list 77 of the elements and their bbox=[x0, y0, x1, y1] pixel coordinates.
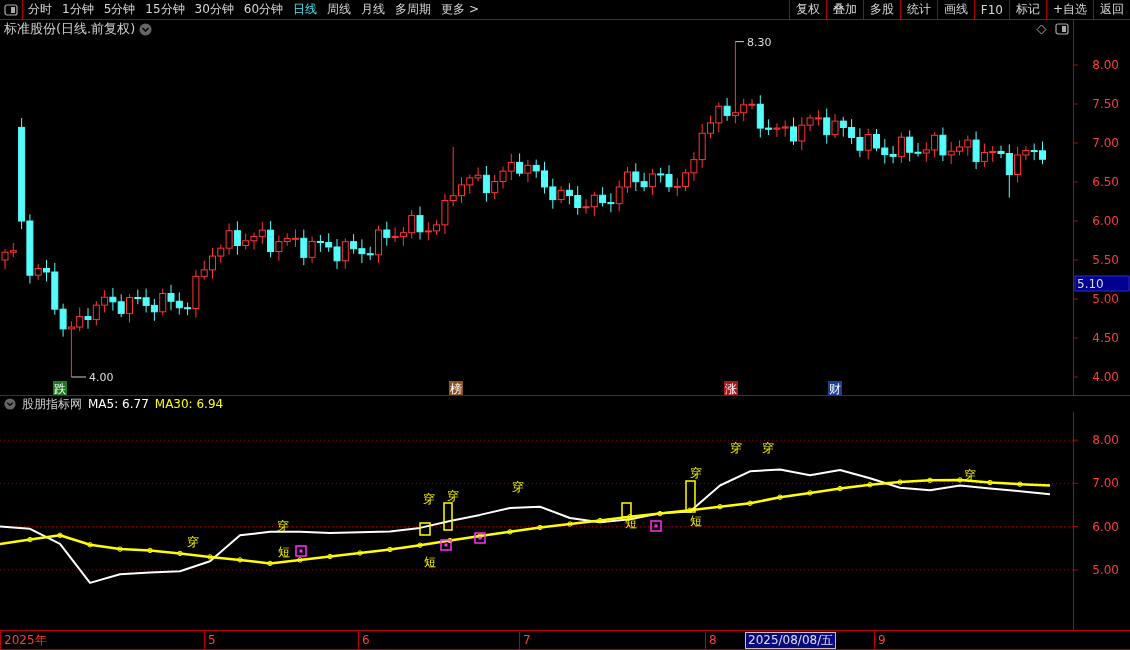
signal-label: 短 bbox=[625, 516, 637, 530]
toolbar-button[interactable]: 返回 bbox=[1093, 0, 1130, 19]
date-axis-label: 7 bbox=[519, 632, 531, 649]
low-price-label: 4.00 bbox=[70, 371, 114, 384]
period-tab[interactable]: 分时 bbox=[23, 0, 57, 19]
toolbar-button[interactable]: +自选 bbox=[1045, 0, 1093, 19]
date-axis-label: 2025年 bbox=[0, 632, 47, 649]
signal-label: 短 bbox=[690, 514, 702, 528]
indicator-axis-label: 5.00 bbox=[1092, 562, 1119, 577]
panel-toggle-icon[interactable] bbox=[1055, 23, 1069, 35]
cursor-date-label: 2025/08/08/五 bbox=[745, 632, 837, 649]
signal-bar bbox=[419, 522, 431, 536]
price-axis-label: 4.50 bbox=[1092, 331, 1119, 345]
square-marker-icon bbox=[474, 532, 486, 544]
legend-item: MA5: 6.77 bbox=[88, 397, 149, 411]
current-price-badge: 5.10 bbox=[1074, 275, 1130, 292]
signal-label: 短 bbox=[424, 555, 436, 569]
toolbar-button[interactable]: F10 bbox=[973, 0, 1009, 19]
event-tag[interactable]: 榜 bbox=[449, 381, 463, 396]
signal-label: 穿 bbox=[187, 535, 199, 549]
signal-label: 短 bbox=[278, 545, 290, 559]
toolbar-button[interactable]: 多股 bbox=[862, 0, 900, 19]
date-axis-label: 9 bbox=[874, 632, 886, 649]
event-tag[interactable]: 跌 bbox=[53, 381, 67, 396]
signal-label: 穿 bbox=[690, 466, 702, 480]
toolbar-button[interactable]: 统计 bbox=[899, 0, 937, 19]
price-axis-label: 8.00 bbox=[1092, 58, 1119, 72]
square-marker-icon bbox=[295, 545, 307, 557]
signal-label: 穿 bbox=[762, 441, 774, 455]
dropdown-icon[interactable] bbox=[139, 22, 153, 36]
indicator-name: 股朋指标网 bbox=[22, 395, 82, 413]
period-tab[interactable]: 60分钟 bbox=[238, 0, 289, 19]
date-axis-label: 8 bbox=[705, 632, 717, 649]
date-axis-label: 6 bbox=[358, 632, 370, 649]
period-tab[interactable]: 5分钟 bbox=[98, 0, 141, 19]
diamond-icon[interactable] bbox=[1036, 23, 1047, 35]
price-axis-label: 5.50 bbox=[1092, 253, 1119, 267]
toolbar-button[interactable]: 复权 bbox=[788, 0, 826, 19]
stock-title: 标准股份(日线.前复权) bbox=[4, 20, 136, 38]
period-tab[interactable]: 更多 > bbox=[436, 0, 484, 19]
period-tab[interactable]: 1分钟 bbox=[57, 0, 99, 19]
period-tab[interactable]: 15分钟 bbox=[140, 0, 190, 19]
signal-label: 穿 bbox=[447, 489, 459, 503]
signal-label: 穿 bbox=[730, 441, 742, 455]
signal-label: 穿 bbox=[512, 480, 524, 494]
indicator-axis-label: 6.00 bbox=[1092, 519, 1119, 534]
price-axis-label: 7.50 bbox=[1092, 97, 1119, 111]
indicator-axis-label: 8.00 bbox=[1092, 433, 1119, 448]
signal-label: 穿 bbox=[423, 492, 435, 506]
signal-label: 穿 bbox=[964, 468, 976, 482]
signal-label: 穿 bbox=[277, 519, 289, 533]
period-tab[interactable]: 周线 bbox=[322, 0, 357, 19]
square-marker-icon bbox=[650, 520, 662, 532]
price-axis-label: 6.50 bbox=[1092, 175, 1119, 189]
square-marker-icon bbox=[440, 539, 452, 551]
event-tag[interactable]: 财 bbox=[828, 381, 842, 396]
price-axis-label: 6.00 bbox=[1092, 214, 1119, 228]
period-tab[interactable]: 日线 bbox=[288, 0, 323, 19]
high-price-label: 8.30 bbox=[734, 38, 772, 49]
signal-bar bbox=[685, 480, 696, 513]
price-axis-label: 5.00 bbox=[1092, 292, 1119, 306]
toolbar-button[interactable]: 叠加 bbox=[825, 0, 863, 19]
toolbar-button[interactable]: 画线 bbox=[936, 0, 974, 19]
indicator-axis-label: 7.00 bbox=[1092, 476, 1119, 491]
signal-bar bbox=[443, 502, 453, 531]
date-axis-label: 5 bbox=[204, 632, 216, 649]
period-tab[interactable]: 多周期 bbox=[390, 0, 437, 19]
legend-item: MA30: 6.94 bbox=[154, 397, 224, 411]
price-axis-label: 4.00 bbox=[1092, 370, 1119, 384]
period-tab[interactable]: 月线 bbox=[356, 0, 391, 19]
panel-toggle-icon[interactable] bbox=[4, 3, 18, 16]
signal-bar bbox=[621, 502, 632, 518]
toolbar-button[interactable]: 标记 bbox=[1008, 0, 1046, 19]
price-axis-label: 7.00 bbox=[1092, 136, 1119, 150]
period-tab[interactable]: 30分钟 bbox=[189, 0, 239, 19]
dropdown-icon[interactable] bbox=[4, 398, 16, 410]
event-tag[interactable]: 涨 bbox=[724, 381, 738, 396]
